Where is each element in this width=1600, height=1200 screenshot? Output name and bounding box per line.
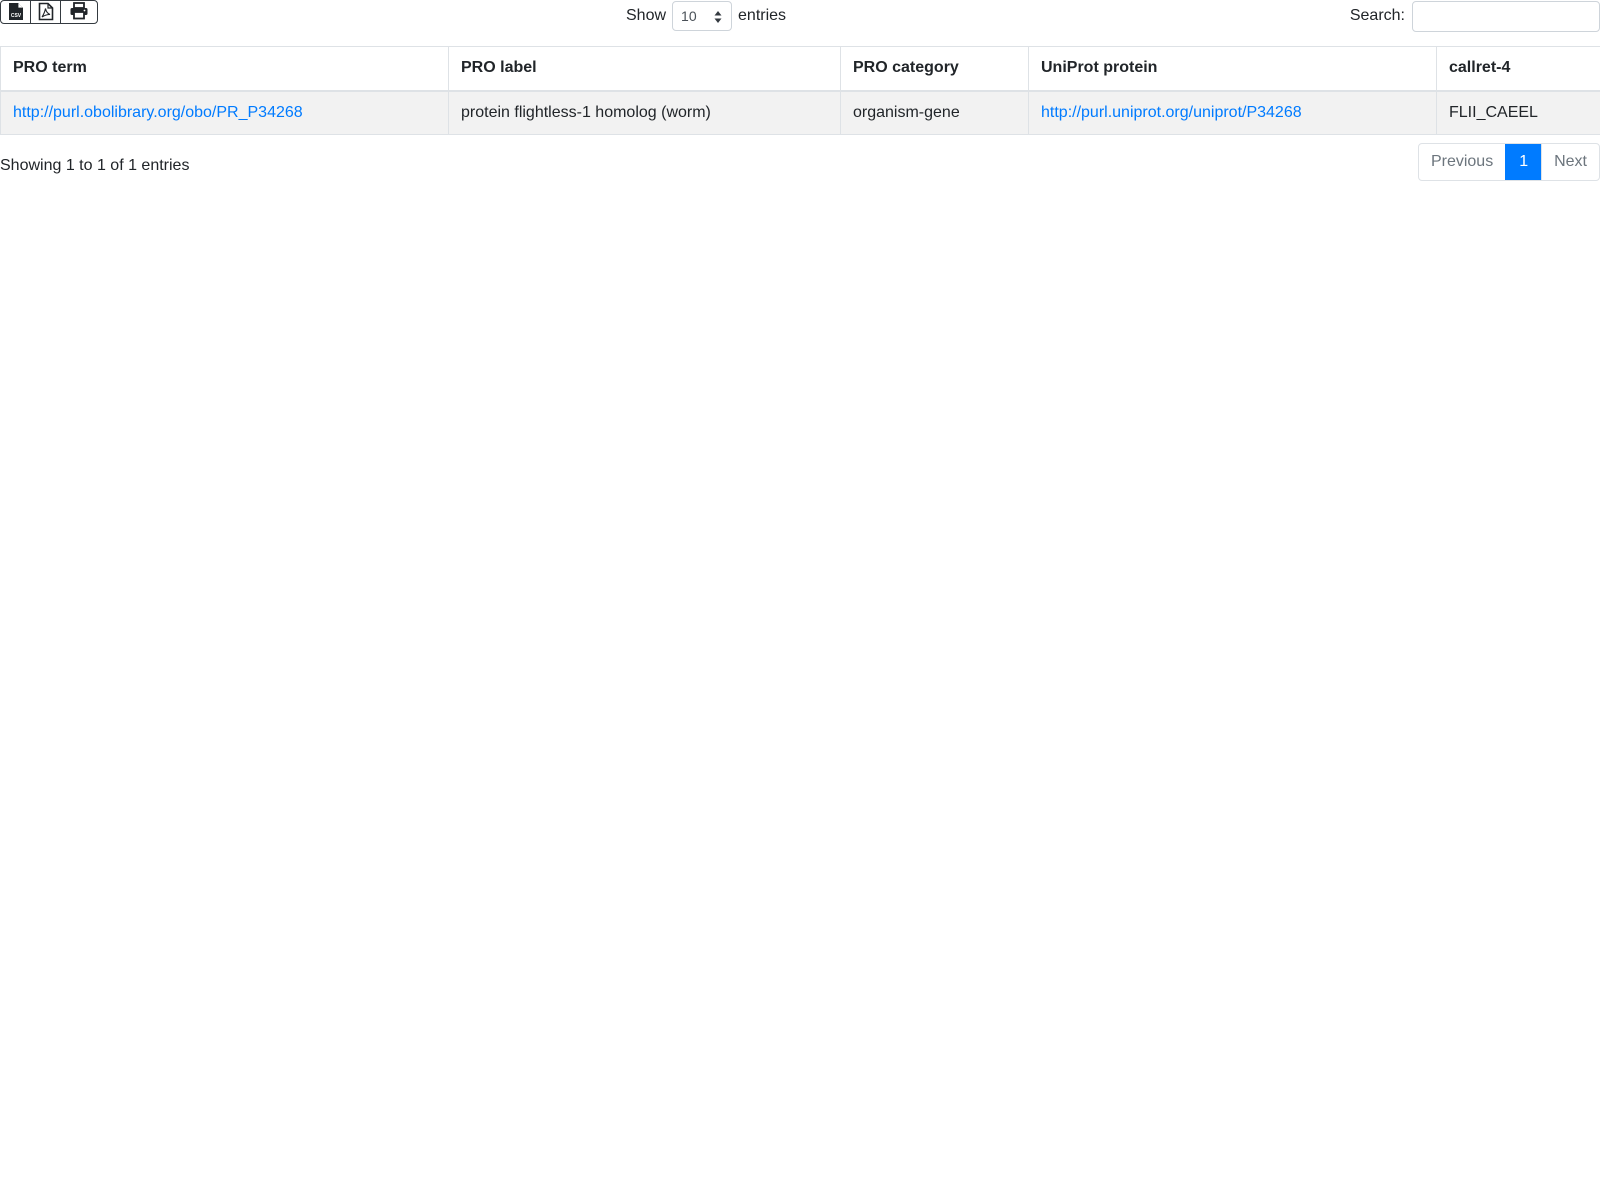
- cell-pro-category: organism-gene: [840, 90, 1029, 135]
- table-info-text: Showing 1 to 1 of 1 entries: [0, 157, 190, 174]
- cell-pro-label: protein flightless-1 homolog (worm): [448, 90, 841, 135]
- pdf-export-button[interactable]: [31, 1, 61, 23]
- pagination-previous-button[interactable]: Previous: [1419, 144, 1505, 180]
- entries-length-control: Show 10 entries: [626, 0, 786, 32]
- cell-callret: FLII_CAEEL: [1436, 90, 1600, 135]
- table-row: http://purl.obolibrary.org/obo/PR_P34268…: [0, 90, 1600, 135]
- column-header-callret[interactable]: callret-4: [1436, 46, 1600, 92]
- uniprot-protein-link[interactable]: http://purl.uniprot.org/uniprot/P34268: [1041, 104, 1302, 121]
- column-header-pro-category[interactable]: PRO category: [840, 46, 1029, 92]
- entries-per-page-select[interactable]: 10: [672, 1, 733, 31]
- search-control: Search:: [1350, 0, 1600, 32]
- cell-pro-term: http://purl.obolibrary.org/obo/PR_P34268: [0, 90, 449, 135]
- csv-export-button[interactable]: CSV: [1, 1, 31, 23]
- search-input[interactable]: [1412, 0, 1600, 32]
- column-header-pro-label[interactable]: PRO label: [448, 46, 841, 92]
- export-button-group: CSV: [0, 0, 98, 24]
- length-suffix-label: entries: [738, 7, 787, 24]
- svg-text:CSV: CSV: [10, 13, 21, 19]
- pdf-file-icon: [38, 2, 53, 21]
- cell-uniprot-protein: http://purl.uniprot.org/uniprot/P34268: [1028, 90, 1437, 135]
- csv-file-icon: CSV: [8, 3, 23, 20]
- results-table: PRO term PRO label PRO category UniProt …: [0, 46, 1600, 135]
- column-header-pro-term[interactable]: PRO term: [0, 46, 449, 92]
- column-header-uniprot-protein[interactable]: UniProt protein: [1028, 46, 1437, 92]
- pro-term-link[interactable]: http://purl.obolibrary.org/obo/PR_P34268: [13, 104, 303, 121]
- pagination: Previous 1 Next: [1417, 143, 1600, 181]
- search-label: Search:: [1349, 7, 1405, 24]
- print-icon: [70, 2, 88, 20]
- length-prefix-label: Show: [626, 7, 667, 24]
- table-header-row: PRO term PRO label PRO category UniProt …: [0, 46, 1600, 92]
- pagination-next-button[interactable]: Next: [1541, 144, 1599, 180]
- entries-per-page-value: 10: [681, 8, 697, 24]
- select-arrows-icon: [714, 11, 722, 23]
- print-button[interactable]: [61, 1, 97, 23]
- pagination-page-1-button[interactable]: 1: [1505, 144, 1542, 180]
